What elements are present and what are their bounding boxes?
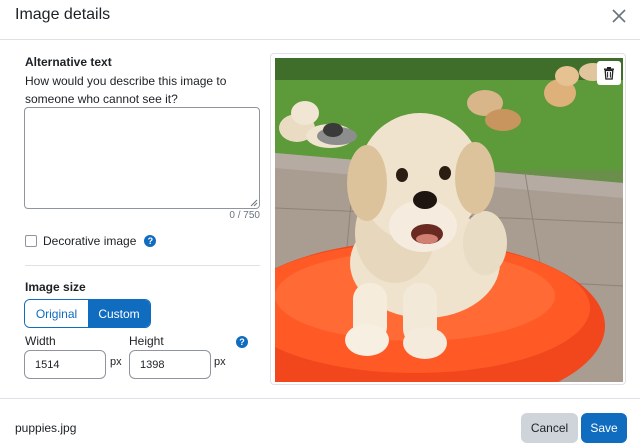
puppy-photo [275, 58, 623, 382]
original-size-button[interactable]: Original [25, 300, 88, 327]
width-label: Width [25, 334, 56, 348]
question-circle-icon[interactable]: ? [236, 336, 248, 348]
decorative-row: Decorative image ? [25, 233, 157, 249]
alt-text-help: How would you describe this image to som… [25, 74, 227, 106]
size-mode-toggle: Original Custom [24, 299, 151, 328]
section-divider [25, 265, 260, 266]
close-icon [612, 9, 626, 23]
cancel-button[interactable]: Cancel [521, 413, 578, 443]
image-size-label: Image size [25, 280, 86, 294]
width-input[interactable] [24, 350, 106, 379]
height-unit: px [214, 356, 226, 368]
height-input[interactable] [129, 350, 211, 379]
preview-photo [275, 58, 623, 382]
question-circle-icon[interactable]: ? [144, 235, 157, 247]
dialog-body: Alternative text How would you describe … [0, 41, 640, 398]
save-button[interactable]: Save [581, 413, 627, 443]
close-button[interactable] [608, 5, 630, 27]
alt-text-textarea[interactable] [24, 107, 260, 209]
dialog-header: Image details [0, 0, 640, 40]
image-preview [270, 53, 626, 385]
dialog-title: Image details [15, 6, 111, 23]
dialog-footer: puppies.jpg Cancel Save [0, 398, 640, 448]
char-count: 0 / 750 [229, 210, 260, 221]
decorative-checkbox[interactable] [25, 235, 37, 247]
custom-size-button[interactable]: Custom [88, 300, 150, 327]
width-unit: px [110, 356, 122, 368]
filename: puppies.jpg [15, 421, 77, 435]
delete-image-button[interactable] [597, 61, 621, 85]
alt-text-label: Alternative text [25, 55, 112, 69]
image-details-dialog: Image details Alternative text How would… [0, 0, 640, 448]
decorative-label: Decorative image [43, 234, 137, 248]
trash-icon [604, 67, 614, 80]
height-label: Height [129, 334, 164, 348]
